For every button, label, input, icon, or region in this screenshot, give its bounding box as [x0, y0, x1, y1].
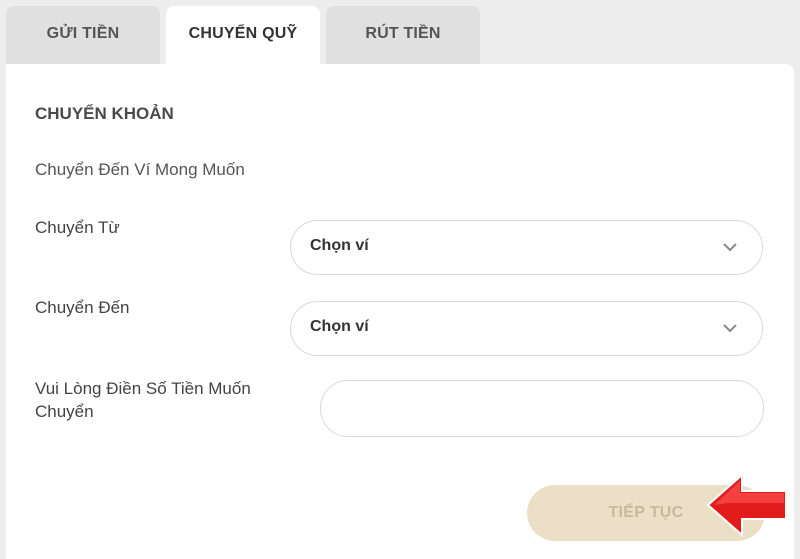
to-wallet-label: Chuyển Đến [35, 298, 130, 317]
from-wallet-label: Chuyển Từ [35, 218, 120, 237]
amount-label-line2: Chuyển [35, 402, 94, 421]
amount-input[interactable] [320, 380, 764, 437]
amount-label: Vui Lòng Điền Số Tiền Muốn Chuyển [35, 377, 251, 423]
to-wallet-select-value: Chọn ví [310, 318, 369, 335]
from-wallet-select[interactable]: Chọn ví [290, 220, 763, 275]
section-title: CHUYỂN KHOẢN [35, 104, 174, 123]
tab-deposit[interactable]: GỬI TIỀN [6, 6, 160, 66]
chevron-down-icon [723, 243, 737, 252]
amount-label-line1: Vui Lòng Điền Số Tiền Muốn [35, 379, 251, 398]
red-arrow-pointer-icon [706, 473, 787, 537]
section-subtitle: Chuyển Đến Ví Mong Muốn [35, 160, 245, 179]
from-wallet-select-value: Chọn ví [310, 237, 369, 254]
transfer-panel: CHUYỂN KHOẢN Chuyển Đến Ví Mong Muốn Chu… [6, 64, 794, 559]
to-wallet-select[interactable]: Chọn ví [290, 301, 763, 356]
tab-transfer[interactable]: CHUYỂN QUỸ [166, 6, 320, 66]
tab-withdraw[interactable]: RÚT TIỀN [326, 6, 480, 66]
chevron-down-icon [723, 324, 737, 333]
